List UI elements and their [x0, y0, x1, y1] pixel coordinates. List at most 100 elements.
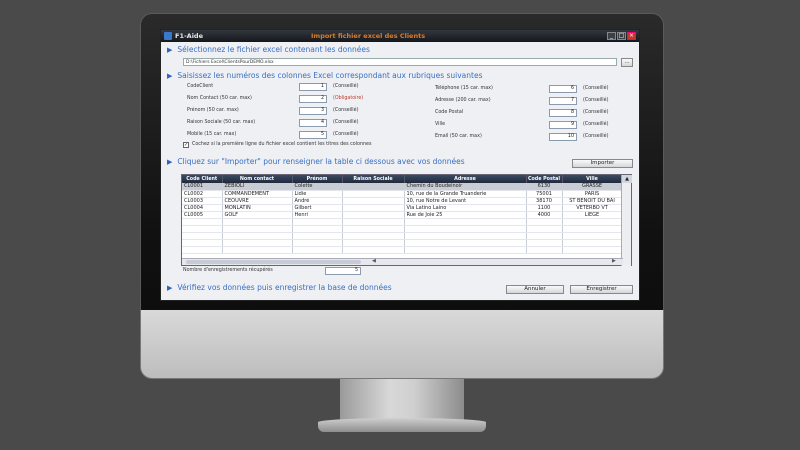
cancel-button[interactable]: Annuler [506, 285, 564, 294]
column-number-input[interactable]: 10 [549, 133, 577, 141]
scroll-thumb[interactable] [186, 260, 361, 264]
close-button[interactable]: × [627, 32, 636, 40]
field-note: (Conseillé) [583, 134, 609, 139]
field-label: Prénom (50 car. max) [187, 108, 239, 113]
browse-button[interactable]: ... [621, 58, 633, 67]
monitor-stand-neck [340, 379, 464, 421]
empty-row [182, 232, 623, 240]
vertical-scrollbar[interactable]: ▲ [621, 175, 632, 266]
minimize-button[interactable]: _ [607, 32, 616, 40]
column-number-input[interactable]: 8 [549, 109, 577, 117]
field-label: CodeClient [187, 84, 214, 89]
table-cell: 38170 [526, 197, 563, 205]
monitor-stand-foot [318, 418, 486, 432]
app-icon [164, 32, 172, 40]
column-number-input[interactable]: 5 [299, 131, 327, 139]
table-cell: Chemin du Boudeinoir [404, 183, 527, 191]
table-cell: CL0003 [182, 197, 223, 205]
section-column-mapping: ▶ Saisissez les numéros des colonnes Exce… [167, 71, 483, 80]
column-header[interactable]: Raison Sociale [342, 175, 405, 183]
monitor-chin [140, 310, 664, 379]
table-cell: GRASSE [562, 183, 623, 191]
field-note: (Conseillé) [583, 122, 609, 127]
table-cell: Via Latino Laino [404, 204, 527, 212]
table-cell: VETERBO VT [562, 204, 623, 212]
column-header[interactable]: Prénom [292, 175, 343, 183]
table-cell: 75001 [526, 190, 563, 198]
empty-row [182, 239, 623, 247]
table-header-row: Code Client Nom contact Prénom Raison So… [182, 175, 623, 183]
scroll-right-icon[interactable]: ▶ [612, 258, 616, 264]
empty-row [182, 218, 623, 226]
table-cell: ZEBIOLI [222, 183, 293, 191]
section-heading: Vérifiez vos données puis enregistrer la… [177, 283, 392, 292]
horizontal-scrollbar[interactable]: ◀ ▶ [182, 258, 623, 265]
field-label: Raison Sociale (50 car. max) [187, 120, 256, 125]
table-cell: PARIS [562, 190, 623, 198]
table-cell: MONLATIN [222, 204, 293, 212]
field-label: Téléphone (15 car. max) [435, 86, 493, 91]
window-title: Import fichier excel des Clients [311, 32, 426, 40]
section-arrow-icon: ▶ [167, 46, 173, 54]
maximize-button[interactable]: □ [617, 32, 626, 40]
checkbox-label: Cochez si la première ligne du fichier e… [192, 142, 372, 147]
section-arrow-icon: ▶ [167, 284, 173, 292]
import-window: F1-Aide Import fichier excel des Clients… [160, 29, 640, 301]
column-header[interactable]: Nom contact [222, 175, 293, 183]
section-save: ▶ Vérifiez vos données puis enregistrer l… [167, 283, 392, 292]
section-arrow-icon: ▶ [167, 158, 173, 166]
field-note: (Conseillé) [583, 98, 609, 103]
table-cell: André [292, 197, 343, 205]
field-label: Nom Contact (50 car. max) [187, 96, 252, 101]
section-heading: Cliquez sur "Importer" pour renseigner l… [177, 157, 465, 166]
empty-row [182, 225, 623, 233]
table-cell [342, 204, 405, 212]
column-number-input[interactable]: 4 [299, 119, 327, 127]
field-label: Code Postal [435, 110, 464, 115]
table-cell: 1100 [526, 204, 563, 212]
header-row-checkbox[interactable]: ✓ [183, 142, 189, 148]
column-header[interactable]: Ville [562, 175, 623, 183]
record-count-label: Nombre d'enregistrements récupérés [183, 268, 273, 273]
table-cell [342, 211, 405, 219]
table-row[interactable]: CL0001 ZEBIOLI Colette Chemin du Boudein… [182, 183, 623, 191]
table-cell: CL0004 [182, 204, 223, 212]
title-bar: F1-Aide Import fichier excel des Clients… [161, 30, 639, 42]
column-number-input[interactable]: 1 [299, 83, 327, 91]
table-row[interactable]: CL0004 MONLATIN Gilbert Via Latino Laino… [182, 204, 623, 212]
table-cell: 6130 [526, 183, 563, 191]
table-cell: CL0001 [182, 183, 223, 191]
column-number-input[interactable]: 7 [549, 97, 577, 105]
scroll-up-icon[interactable]: ▲ [622, 175, 632, 183]
field-label: Email (50 car. max) [435, 134, 482, 139]
field-label: Ville [435, 122, 446, 127]
column-header[interactable]: Adresse [404, 175, 527, 183]
column-header[interactable]: Code Postal [526, 175, 563, 183]
table-cell: 10, rue de la Grande Truanderie [404, 190, 527, 198]
scroll-left-icon[interactable]: ◀ [372, 258, 376, 264]
table-row[interactable]: CL0002 COMMANDEMENT Lidie 10, rue de la … [182, 190, 623, 198]
field-label: Mobile (15 car. max) [187, 132, 237, 137]
column-number-input[interactable]: 6 [549, 85, 577, 93]
record-count-field: 5 [325, 267, 361, 275]
table-row[interactable]: CL0003 CEOUVRE André 10, rue Notre de Le… [182, 197, 623, 205]
column-number-input[interactable]: 3 [299, 107, 327, 115]
table-cell: Colette [292, 183, 343, 191]
table-cell: Henri [292, 211, 343, 219]
table-row[interactable]: CL0005 GOLF Henri Rue de Joie 25 4000 LI… [182, 211, 623, 219]
column-number-input[interactable]: 2 [299, 95, 327, 103]
app-name: F1-Aide [175, 32, 203, 40]
section-select-file: ▶ Sélectionnez le fichier excel contenant… [167, 45, 370, 54]
file-path-input[interactable]: D:\Fichiers Excel\ClientsPourDEMO.xlsx [183, 58, 617, 66]
section-arrow-icon: ▶ [167, 72, 173, 80]
field-note: (Conseillé) [583, 110, 609, 115]
table-cell: Gilbert [292, 204, 343, 212]
section-heading: Sélectionnez le fichier excel contenant … [177, 45, 370, 54]
field-note: (Conseillé) [333, 84, 359, 89]
column-header[interactable]: Code Client [182, 175, 223, 183]
field-note: (Conseillé) [583, 86, 609, 91]
import-button[interactable]: Importer [572, 159, 633, 168]
column-number-input[interactable]: 9 [549, 121, 577, 129]
save-button[interactable]: Enregistrer [570, 285, 633, 294]
table-cell: CL0005 [182, 211, 223, 219]
